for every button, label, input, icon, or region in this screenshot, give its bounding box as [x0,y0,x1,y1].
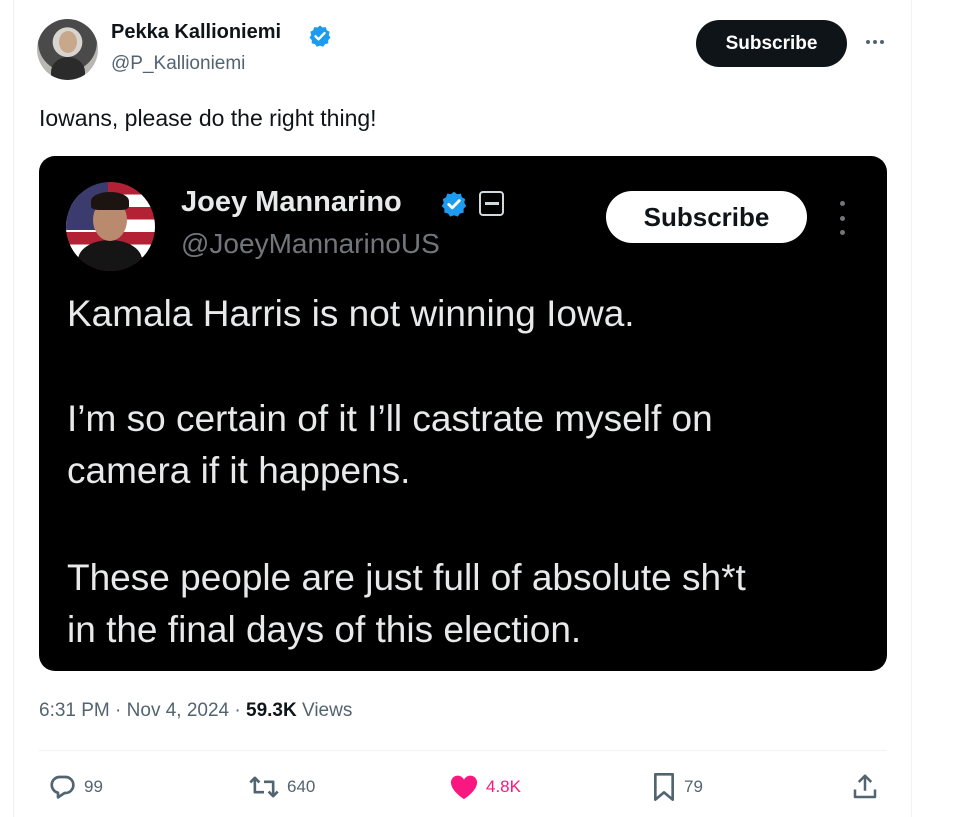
bookmark-button[interactable]: 79 [650,771,703,803]
meta-separator: · [234,700,241,721]
avatar-body [51,57,85,80]
column-border-left [13,0,14,817]
more-dot [866,40,870,44]
more-options-icon[interactable] [860,30,890,54]
reply-count: 99 [84,777,103,796]
author-handle[interactable]: @P_Kallioniemi [111,53,245,75]
more-dot [880,40,884,44]
avatar-body [78,240,142,271]
verified-badge-icon [309,25,331,47]
column-border-right [911,0,912,817]
embedded-author-handle: @JoeyMannarinoUS [181,228,440,259]
tweet-text: Iowans, please do the right thing! [39,105,377,131]
tweet-time[interactable]: 6:31 PM [39,700,110,721]
embedded-text-line: in the final days of this election. [67,609,582,650]
avatar-head [59,31,77,53]
more-dot [873,40,877,44]
avatar-hair [91,192,129,210]
embedded-author-avatar [66,182,155,271]
embedded-tweet-image[interactable]: Joey Mannarino @JoeyMannarinoUS Subscrib… [39,156,887,671]
like-count: 4.8K [486,777,521,796]
divider [39,750,887,751]
meta-separator: · [115,700,122,721]
more-dot [839,230,845,235]
views-label: Views [302,700,353,721]
embedded-more-options-icon [834,201,850,235]
embedded-text-line: Kamala Harris is not winning Iowa. [67,293,635,334]
views-count[interactable]: 59.3K [246,700,297,721]
embedded-verified-badge-icon [441,191,467,217]
more-dot [839,201,845,206]
repost-icon [249,776,279,798]
bookmark-icon [653,773,674,801]
tweet-meta: 6:31 PM · Nov 4, 2024 · 59.3K Views [39,700,352,722]
bookmark-count: 79 [684,777,703,796]
embedded-text-line: camera if it happens. [67,450,411,491]
tweet-date[interactable]: Nov 4, 2024 [127,700,229,721]
share-icon [853,774,877,799]
reply-button[interactable]: 99 [46,771,103,803]
share-button[interactable] [850,771,880,803]
affiliation-badge-icon [479,191,504,216]
embedded-text-line: These people are just full of absolute s… [67,557,746,598]
more-dot [839,215,845,221]
author-avatar[interactable] [37,19,98,80]
embedded-text-line: I’m so certain of it I’ll castrate mysel… [67,398,713,439]
embedded-author-name: Joey Mannarino [181,186,402,218]
like-button[interactable]: 4.8K [448,771,521,803]
author-name[interactable]: Pekka Kallioniemi [111,21,281,44]
heart-icon [450,775,478,799]
embedded-subscribe-button: Subscribe [606,191,807,243]
reply-icon [50,775,75,799]
repost-count: 640 [287,777,316,796]
repost-button[interactable]: 640 [247,771,315,803]
subscribe-button[interactable]: Subscribe [696,20,847,67]
